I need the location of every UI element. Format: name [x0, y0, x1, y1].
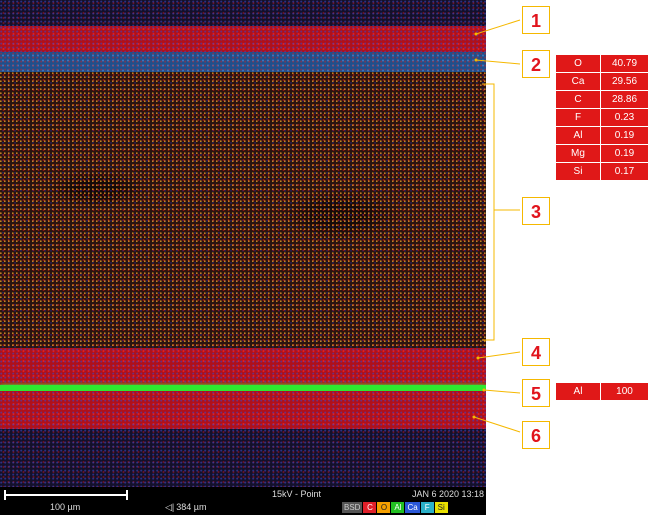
callout-1: 1 [522, 6, 550, 34]
field-width-icon: ◁| [165, 502, 175, 512]
table-row: C 28.86 [555, 90, 649, 109]
table-row: Al 0.19 [555, 126, 649, 145]
channel-chip-o[interactable]: O [377, 502, 391, 513]
scale-bar [4, 490, 128, 500]
table-row: Si 0.17 [555, 162, 649, 181]
value-cell: 0.17 [600, 162, 649, 181]
eds-map-image [0, 0, 486, 487]
channel-chip-ca[interactable]: Ca [405, 502, 420, 513]
value-cell: 40.79 [600, 54, 649, 73]
value-cell: 28.86 [600, 90, 649, 109]
field-of-view: ◁| 384 µm [165, 502, 206, 513]
layer-2-blue-band [0, 52, 486, 72]
channel-chip-al[interactable]: Al [391, 502, 405, 513]
acquisition-datetime: JAN 6 2020 13:18 [412, 489, 485, 499]
top-dark-band [0, 0, 486, 26]
bottom-dark-band [0, 429, 486, 487]
table-row: F 0.23 [555, 108, 649, 127]
field-of-view-value: 384 µm [176, 502, 207, 512]
leader-5 [483, 389, 521, 394]
layer-1-red-band [0, 26, 486, 52]
callout-3: 3 [522, 197, 550, 225]
value-cell: 0.19 [600, 126, 649, 145]
beam-settings: 15kV - Point [272, 489, 322, 499]
table-row: Al 100 [555, 382, 649, 401]
callout-6: 6 [522, 421, 550, 449]
value-cell: 0.19 [600, 144, 649, 163]
element-cell: Si [555, 162, 601, 181]
table-row: Mg 0.19 [555, 144, 649, 163]
element-cell: Al [555, 382, 601, 401]
table-row: Ca 29.56 [555, 72, 649, 91]
value-cell: 29.56 [600, 72, 649, 91]
callout-4: 4 [522, 338, 550, 366]
layer-3-porous-region [0, 72, 486, 348]
element-cell: F [555, 108, 601, 127]
layer-4-red-band [0, 348, 486, 385]
element-cell: Mg [555, 144, 601, 163]
value-cell: 100 [600, 382, 649, 401]
channel-chips: BSD C O Al Ca F Si [342, 502, 448, 513]
channel-chip-si[interactable]: Si [434, 502, 448, 513]
bracket-3 [482, 83, 520, 341]
scale-label: 100 µm [50, 502, 81, 512]
table-row: O 40.79 [555, 54, 649, 73]
composition-table-point-2: O 40.79 Ca 29.56 C 28.86 F 0.23 Al 0.19 … [555, 54, 649, 181]
callout-5: 5 [522, 379, 550, 407]
element-cell: Al [555, 126, 601, 145]
element-cell: Ca [555, 72, 601, 91]
callout-2: 2 [522, 50, 550, 78]
channel-chip-c[interactable]: C [363, 502, 377, 513]
element-cell: C [555, 90, 601, 109]
channel-chip-f[interactable]: F [420, 502, 434, 513]
value-cell: 0.23 [600, 108, 649, 127]
composition-table-point-5: Al 100 [555, 382, 649, 401]
element-cell: O [555, 54, 601, 73]
channel-chip-bsd[interactable]: BSD [342, 502, 363, 513]
layer-6-red-band [0, 391, 486, 429]
status-bar: 100 µm ◁| 384 µm 15kV - Point JAN 6 2020 … [0, 487, 486, 515]
